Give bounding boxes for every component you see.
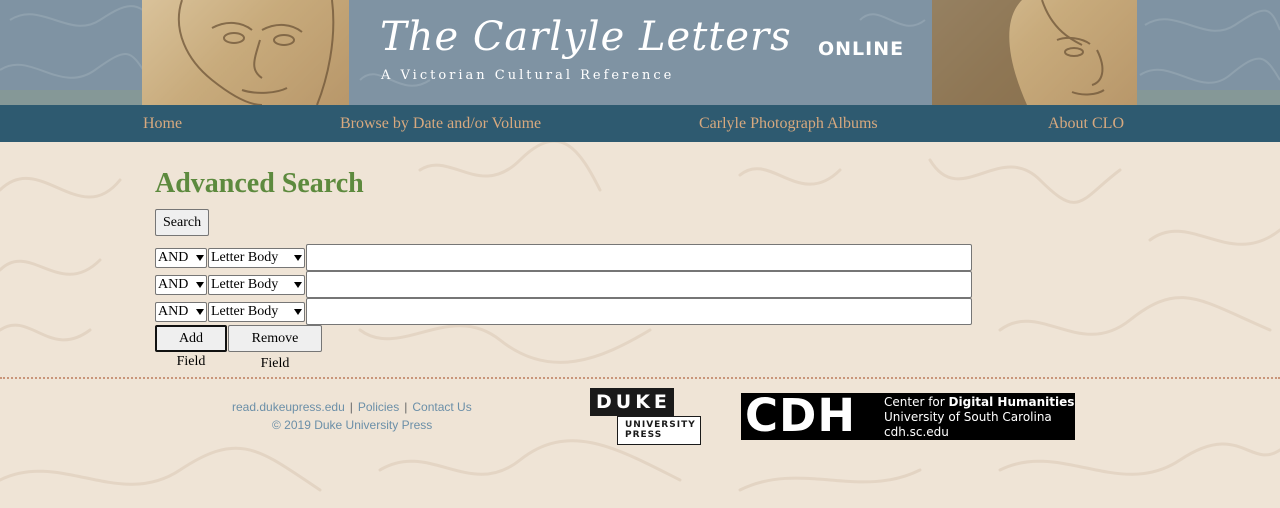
operator-select-3[interactable]: AND [155,302,207,322]
operator-select-value: AND [158,304,189,319]
search-button[interactable]: Search [155,209,209,236]
nav-photo-albums-link[interactable]: Carlyle Photograph Albums [699,115,878,133]
operator-select-1[interactable]: AND [155,248,207,268]
nav-browse-link[interactable]: Browse by Date and/or Volume [340,115,541,133]
operator-select-value: AND [158,250,189,265]
duke-logo-wordmark: DUKE [590,388,674,416]
duke-logo-line-2: PRESS [625,430,663,440]
remove-field-button[interactable]: Remove Field [228,325,322,371]
chevron-down-icon [294,282,302,288]
cdh-logo-line-3: cdh.sc.edu [884,425,949,439]
chevron-down-icon [294,309,302,315]
page-title: Advanced Search [155,168,364,199]
field-select-1[interactable]: Letter Body [208,248,305,268]
search-term-input-2[interactable] [306,271,972,298]
duke-logo-line-1: UNIVERSITY [625,420,696,430]
site-logo-online[interactable]: ONLINE [818,38,904,60]
main-navigation: Home Browse by Date and/or Volume Carlyl… [0,105,1280,142]
nav-home-link[interactable]: Home [143,115,182,133]
duke-logo-subtext: UNIVERSITY PRESS [617,416,701,445]
cdh-logo-line-1: Center for Digital Humanities [884,395,1074,409]
chevron-down-icon [196,255,204,261]
field-select-value: Letter Body [211,277,279,292]
cdh-logo-line-2: University of South Carolina [884,410,1052,424]
field-select-value: Letter Body [211,250,279,265]
footer-link-duke-press[interactable]: read.dukeupress.edu [232,400,345,414]
cdh-logo-abbr: CDH [745,389,857,442]
duke-university-press-logo[interactable]: DUKE UNIVERSITY PRESS [590,388,702,445]
chevron-down-icon [196,309,204,315]
footer-separator: | [404,400,408,414]
copyright-text: © 2019 Duke University Press [272,418,433,432]
site-logo-title[interactable]: The Carlyle Letters [380,14,792,60]
footer-link-policies[interactable]: Policies [358,400,399,414]
cdh-logo[interactable]: CDH Center for Digital Humanities Univer… [741,389,1075,442]
jane-carlyle-portrait [932,0,1137,105]
cdh-logo-line-1-bold: Digital Humanities [948,395,1075,409]
search-term-input-1[interactable] [306,244,972,271]
cdh-logo-line-1-prefix: Center for [884,395,949,409]
chevron-down-icon [294,255,302,261]
footer-links: read.dukeupress.edu | Policies | Contact Us [232,400,472,414]
footer-link-contact[interactable]: Contact Us [412,400,471,414]
search-term-input-3[interactable] [306,298,972,325]
operator-select-value: AND [158,277,189,292]
add-field-button[interactable]: Add Field [155,325,227,369]
site-logo-subtitle: A Victorian Cultural Reference [381,68,675,83]
field-select-3[interactable]: Letter Body [208,302,305,322]
field-select-2[interactable]: Letter Body [208,275,305,295]
nav-about-link[interactable]: About CLO [1048,115,1124,133]
thomas-carlyle-portrait [142,0,349,105]
field-select-value: Letter Body [211,304,279,319]
operator-select-2[interactable]: AND [155,275,207,295]
site-header-banner: The Carlyle Letters ONLINE A Victorian C… [0,0,1280,105]
footer-separator: | [349,400,353,414]
chevron-down-icon [196,282,204,288]
footer-divider [0,377,1280,379]
